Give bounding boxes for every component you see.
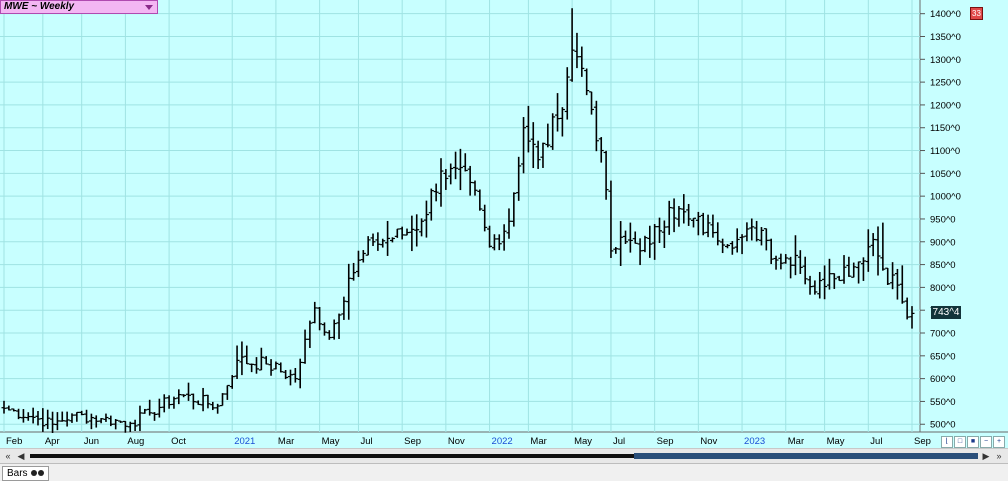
zoom-box-icon[interactable]: ■ <box>967 436 979 448</box>
zoom-reset-icon[interactable]: □ <box>954 436 966 448</box>
scroll-start-icon[interactable]: « <box>3 451 13 461</box>
price-tick-label: 1200^0 <box>930 100 961 111</box>
price-tick-label: 1100^0 <box>930 146 960 157</box>
price-tick-label: 650^0 <box>930 351 956 362</box>
symbol-dropdown[interactable]: MWE ~ Weekly <box>0 0 158 14</box>
visibility-icon[interactable] <box>38 470 45 477</box>
time-tick-label: Jun <box>84 436 99 447</box>
time-tick-label: Aug <box>127 436 144 447</box>
price-tick-label: 700^0 <box>930 329 956 340</box>
chevron-down-icon <box>145 5 153 10</box>
scroll-end-icon[interactable]: » <box>994 451 1004 461</box>
time-tick-label: May <box>322 436 340 447</box>
price-tick-label: 850^0 <box>930 260 956 271</box>
price-tick-label: 500^0 <box>930 420 956 431</box>
visibility-icon[interactable] <box>31 470 38 477</box>
price-tick-label: 550^0 <box>930 397 956 408</box>
chart-window: 500^0550^0600^0650^0700^0750^0800^0850^0… <box>0 0 1008 481</box>
time-tick-label: Feb <box>6 436 22 447</box>
time-tick-label: 2022 <box>492 436 513 447</box>
time-tick-label: 2021 <box>234 436 255 447</box>
price-chart: 500^0550^0600^0650^0700^0750^0800^0850^0… <box>0 0 1008 448</box>
price-tick-label: 800^0 <box>930 283 956 294</box>
time-tick-label: 2023 <box>744 436 765 447</box>
time-tick-label: Nov <box>448 436 465 447</box>
price-tick-label: 1000^0 <box>930 192 961 203</box>
study-tab-bars[interactable]: Bars <box>2 466 50 481</box>
scroll-right-icon[interactable]: ▶ <box>981 451 991 461</box>
horizontal-scrollbar[interactable]: « ◀ ▶ » <box>0 448 1008 463</box>
price-tick-label: 900^0 <box>930 237 956 248</box>
time-tick-label: Sep <box>657 436 674 447</box>
chart-settings-button[interactable]: 33 <box>970 7 983 20</box>
price-tick-label: 600^0 <box>930 374 956 385</box>
time-tick-label: May <box>574 436 592 447</box>
price-tick-label: 1150^0 <box>930 123 960 134</box>
last-price-badge: 743^4 <box>931 306 961 319</box>
price-tick-label: 1300^0 <box>930 55 961 66</box>
symbol-label: MWE ~ Weekly <box>4 1 75 12</box>
scroll-home-icon[interactable]: ⌊ <box>941 436 953 448</box>
time-tick-label: Mar <box>278 436 294 447</box>
price-tick-label: 1050^0 <box>930 169 961 180</box>
price-tick-label: 950^0 <box>930 214 956 225</box>
time-tick-label: Jul <box>360 436 372 447</box>
price-tick-label: 1350^0 <box>930 32 961 43</box>
price-tick-label: 1400^0 <box>930 9 961 20</box>
study-bar: Bars <box>0 463 1008 481</box>
time-tick-label: Nov <box>700 436 717 447</box>
plot-background <box>0 0 920 432</box>
time-tick-label: Mar <box>788 436 804 447</box>
time-tick-label: Sep <box>914 436 931 447</box>
time-tick-label: Oct <box>171 436 186 447</box>
scroll-thumb[interactable] <box>634 453 978 459</box>
zoom-out-icon[interactable]: − <box>980 436 992 448</box>
study-tab-label: Bars <box>7 468 28 479</box>
time-tick-label: Jul <box>870 436 882 447</box>
scroll-left-icon[interactable]: ◀ <box>16 451 26 461</box>
price-tick-label: 1250^0 <box>930 78 961 89</box>
time-tick-label: Apr <box>45 436 60 447</box>
time-tick-label: Mar <box>530 436 546 447</box>
time-tick-label: Jul <box>613 436 625 447</box>
time-tick-label: Sep <box>404 436 421 447</box>
time-tick-label: May <box>827 436 845 447</box>
zoom-in-icon[interactable]: + <box>993 436 1005 448</box>
